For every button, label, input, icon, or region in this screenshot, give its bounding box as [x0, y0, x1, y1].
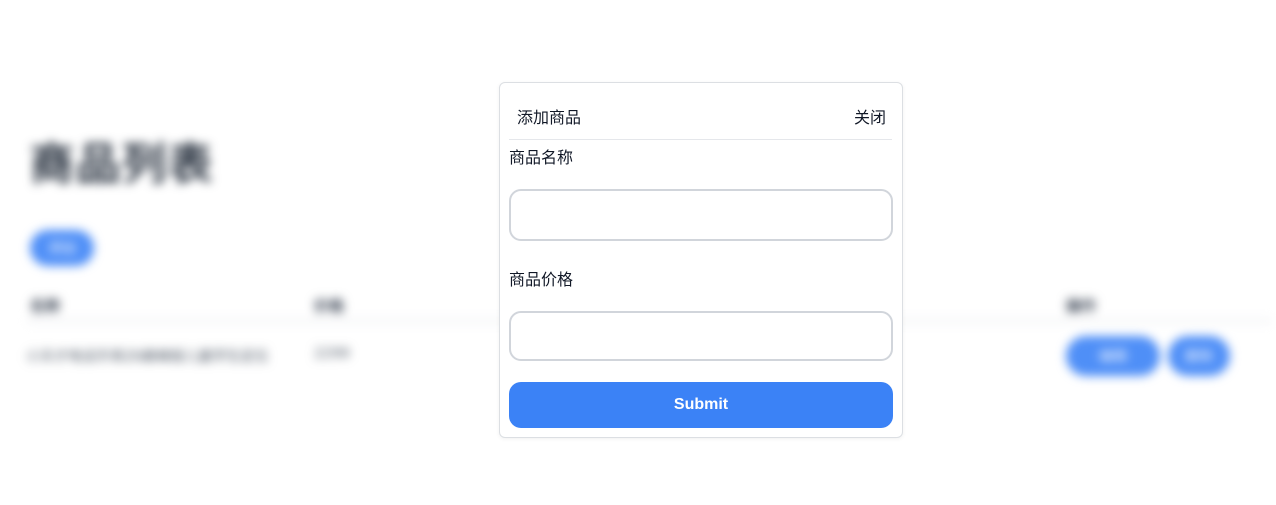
cell-product-price: 2299 [314, 346, 350, 362]
delete-button[interactable]: 删除 [1168, 336, 1230, 376]
close-button[interactable]: 关闭 [854, 104, 886, 128]
submit-button[interactable]: Submit [509, 382, 893, 428]
product-name-label: 商品名称 [509, 148, 574, 167]
edit-button[interactable]: 编辑 [1066, 336, 1160, 376]
column-header-action: 操作 [1066, 297, 1097, 315]
cell-product-name: 小天才电话手表Z6巅峰版儿童学生定位 [26, 349, 269, 365]
product-price-input[interactable] [509, 311, 893, 361]
add-product-button[interactable]: 添加 [30, 230, 94, 266]
dialog-header: 添加商品 关闭 [509, 83, 892, 140]
dialog-title: 添加商品 [517, 108, 582, 127]
product-price-label: 商品价格 [509, 270, 574, 289]
column-header-name: 名称 [30, 297, 61, 315]
column-header-price: 价格 [314, 297, 345, 315]
add-product-dialog: 添加商品 关闭 商品名称 商品价格 Submit [499, 82, 903, 438]
product-name-input[interactable] [509, 189, 893, 241]
page-title: 商品列表 [30, 139, 214, 190]
